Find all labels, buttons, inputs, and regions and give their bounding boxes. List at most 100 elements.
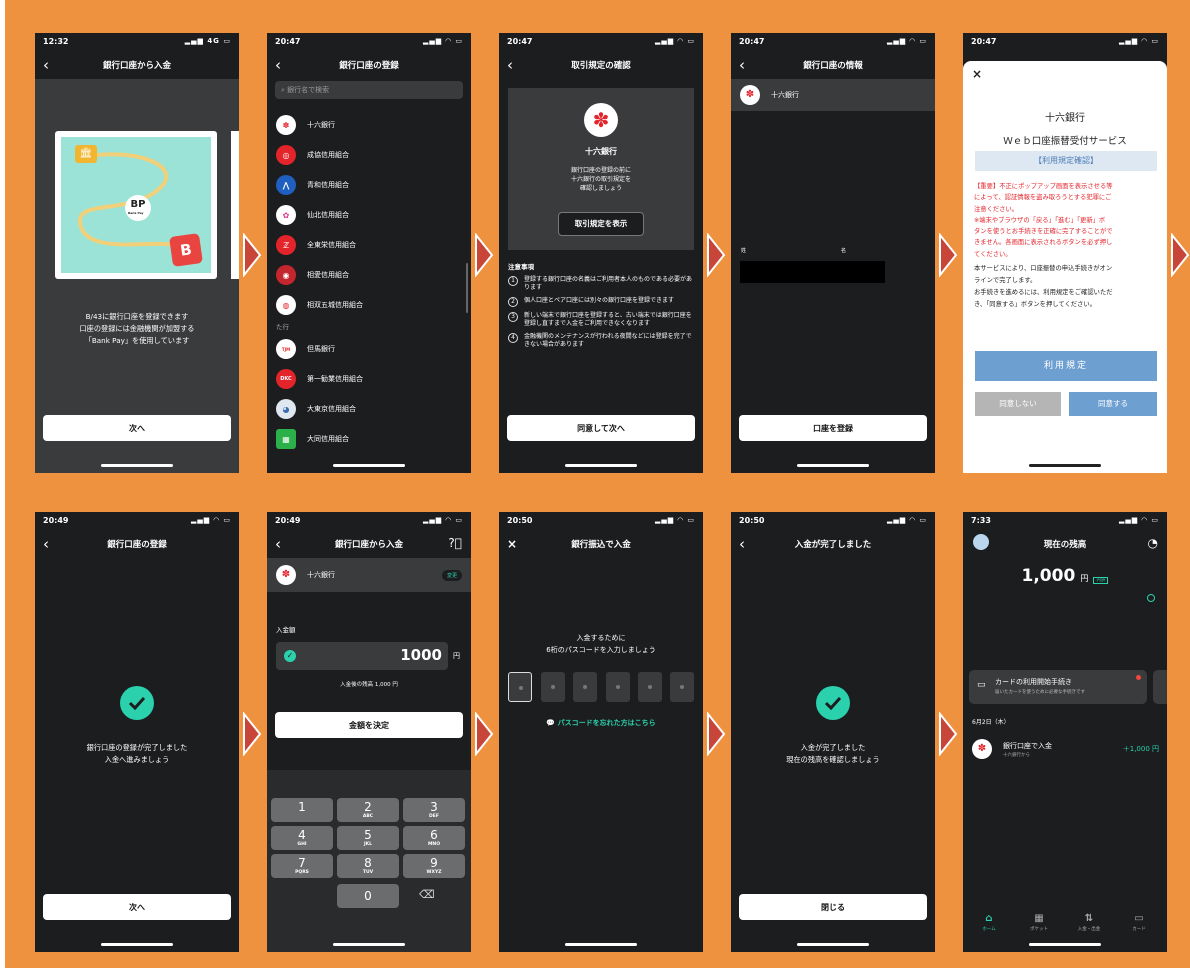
- page-title: 現在の残高: [1043, 540, 1087, 550]
- back-button[interactable]: ‹: [43, 56, 49, 74]
- key-5[interactable]: 5 JKL: [337, 826, 399, 850]
- key-1[interactable]: 1: [271, 798, 333, 822]
- page-title: 銀行振込で入金: [571, 540, 631, 550]
- key-0[interactable]: 0: [337, 884, 399, 908]
- passcode-digit[interactable]: [508, 672, 532, 702]
- show-terms-button[interactable]: 取引規定を表示: [558, 212, 644, 236]
- key-2[interactable]: 2 ABC: [337, 798, 399, 822]
- status-bar: 20:50 ▂▄▆ ◠ ▭: [507, 516, 695, 525]
- bank-logo: ✽: [276, 565, 296, 585]
- home-indicator: [101, 943, 173, 946]
- close-icon[interactable]: ×: [507, 535, 517, 553]
- forgot-passcode-link[interactable]: 💬 パスコードを忘れた方はこちら: [499, 718, 703, 728]
- flow-arrow-icon: [938, 233, 958, 277]
- tab-pocket[interactable]: ▦ ポケット: [1019, 913, 1059, 932]
- bank-card: ✽ 十六銀行 銀行口座の登録の前に 十六銀行の取引規定を 確認しましょう 取引規…: [508, 88, 694, 250]
- page-title: 銀行口座から入金: [102, 61, 171, 71]
- transfer-icon: ⇅: [1084, 913, 1094, 924]
- passcode-digit[interactable]: [638, 672, 662, 702]
- note-item: 4 金融機関のメンテナンスが行われる夜間などには登録を完了できない場合があります: [508, 333, 694, 349]
- flow-arrow-icon: [242, 233, 262, 277]
- search-input[interactable]: ⌕ 銀行名で検索: [275, 81, 463, 99]
- label-sei: 姓: [741, 248, 747, 254]
- scrollbar[interactable]: [466, 263, 468, 313]
- back-button[interactable]: ‹: [507, 56, 513, 74]
- screen-7-amount-entry: 20:49 ▂▄▆ ◠ ▭ ‹ 銀行口座から入金 ?⃝ ✽ 十六銀行 変更 入金額 ✓ …: [267, 512, 471, 952]
- status-dot: [1147, 594, 1155, 602]
- status-bar: 20:47 ▂▄▆ ◠ ▭: [275, 37, 463, 46]
- list-item[interactable]: ✿ 仙北信用組合: [267, 200, 471, 230]
- list-item[interactable]: ⋀ 青和信用組合: [267, 170, 471, 200]
- check-icon: [816, 686, 850, 720]
- back-button[interactable]: ‹: [739, 56, 745, 74]
- agree-next-button[interactable]: 同意して次へ: [507, 415, 695, 441]
- key-7[interactable]: 7 PQRS: [271, 854, 333, 878]
- passcode-digit[interactable]: [606, 672, 630, 702]
- status-bar: 20:50 ▂▄▆ ◠ ▭: [739, 516, 927, 525]
- check-icon: [120, 686, 154, 720]
- bank-list: ✽ 十六銀行 ◎ 成協信用組合 ⋀ 青和信用組合 ✿ 仙北信用組合 ℤ 全東栄信用組合 ◉…: [267, 110, 471, 454]
- intro-text-line: B/43に銀行口座を登録できます: [85, 312, 189, 321]
- flow-arrow-icon: [706, 233, 726, 277]
- amount-value: 1000: [400, 646, 442, 664]
- bank-logo: DKC: [276, 369, 296, 389]
- card-icon: ▭: [977, 680, 986, 690]
- amount-field[interactable]: ✓ 1000: [276, 642, 448, 670]
- home-indicator: [797, 464, 869, 467]
- home-icon: ⌂: [985, 913, 993, 924]
- flow-arrow-icon: [938, 712, 958, 756]
- notes-title: 注意事項: [508, 263, 534, 271]
- back-button[interactable]: ‹: [43, 535, 49, 553]
- key-6[interactable]: 6 MNO: [403, 826, 465, 850]
- help-icon[interactable]: ?⃝: [448, 536, 462, 550]
- terms-button[interactable]: 利用規定: [975, 351, 1157, 381]
- flow-arrow-icon: [1170, 233, 1190, 277]
- screen-8-passcode: 20:50 ▂▄▆ ◠ ▭ × 銀行振込で入金 入金するために 6桁のパスコードを入…: [499, 512, 703, 952]
- next-button[interactable]: 次へ: [43, 894, 231, 920]
- list-item[interactable]: ◉ 相愛信用組合: [267, 260, 471, 290]
- tab-deposit[interactable]: ⇅ 入金・出金: [1069, 913, 1109, 932]
- key-3[interactable]: 3 DEF: [403, 798, 465, 822]
- confirm-amount-button[interactable]: 金額を決定: [275, 712, 463, 738]
- key-4[interactable]: 4 GHI: [271, 826, 333, 850]
- page-title: 入金が完了しました: [794, 540, 872, 550]
- key-8[interactable]: 8 TUV: [337, 854, 399, 878]
- balance-display: 1,000 円 内訳: [963, 566, 1167, 586]
- change-button[interactable]: 変更: [441, 570, 462, 581]
- intro-text-line: 口座の登録には金融機関が加盟する: [79, 324, 195, 333]
- flow-arrow-icon: [474, 712, 494, 756]
- pie-chart-icon[interactable]: ◔: [1148, 536, 1158, 550]
- disagree-button[interactable]: 同意しない: [975, 392, 1061, 416]
- list-item[interactable]: ℤ 全東栄信用組合: [267, 230, 471, 260]
- agree-button[interactable]: 同意する: [1069, 392, 1157, 416]
- list-item[interactable]: ◍ 相双五城信用組合: [267, 290, 471, 320]
- grid-icon: ▦: [1034, 913, 1044, 924]
- card-activation-banner[interactable]: ▭ カードの利用開始手続き 届いたカードを使うために必要な手続きです: [969, 670, 1147, 704]
- transaction-date: 6月2日（木）: [972, 719, 1010, 726]
- list-item[interactable]: ◕ 大東京信用組合: [267, 394, 471, 424]
- back-button[interactable]: ‹: [275, 56, 281, 74]
- back-button[interactable]: ‹: [739, 535, 745, 553]
- tab-home[interactable]: ⌂ ホーム: [969, 913, 1009, 932]
- passcode-digit[interactable]: [670, 672, 694, 702]
- back-button[interactable]: ‹: [275, 535, 281, 553]
- passcode-digit[interactable]: [573, 672, 597, 702]
- tab-card[interactable]: ▭ カード: [1119, 913, 1159, 932]
- status-bar: 20:49 ▂▄▆ ◠ ▭: [43, 516, 231, 525]
- transaction-row[interactable]: ✽ 銀行口座で入金 十六銀行から ＋1,000 円: [963, 734, 1167, 764]
- register-account-button[interactable]: 口座を登録: [739, 415, 927, 441]
- complete-text-line: 入金が完了しました: [800, 743, 866, 752]
- close-button[interactable]: 閉じる: [739, 894, 927, 920]
- passcode-digit[interactable]: [541, 672, 565, 702]
- bank-name: 十六銀行: [1045, 113, 1085, 124]
- next-button[interactable]: 次へ: [43, 415, 231, 441]
- screen-3-terms-check: 20:47 ▂▄▆ ◠ ▭ ‹ 取引規定の確認 ✽ 十六銀行 銀行口座の登録の前に …: [499, 33, 703, 473]
- delete-key-icon[interactable]: ⌫: [419, 888, 435, 901]
- list-item[interactable]: DKC 第一勧業信用組合: [267, 364, 471, 394]
- list-item[interactable]: TJM 但馬銀行: [267, 334, 471, 364]
- list-item[interactable]: ✽ 十六銀行: [267, 110, 471, 140]
- list-item[interactable]: ▦ 大同信用組合: [267, 424, 471, 454]
- key-9[interactable]: 9 WXYZ: [403, 854, 465, 878]
- list-item[interactable]: ◎ 成協信用組合: [267, 140, 471, 170]
- close-icon[interactable]: ×: [972, 67, 982, 81]
